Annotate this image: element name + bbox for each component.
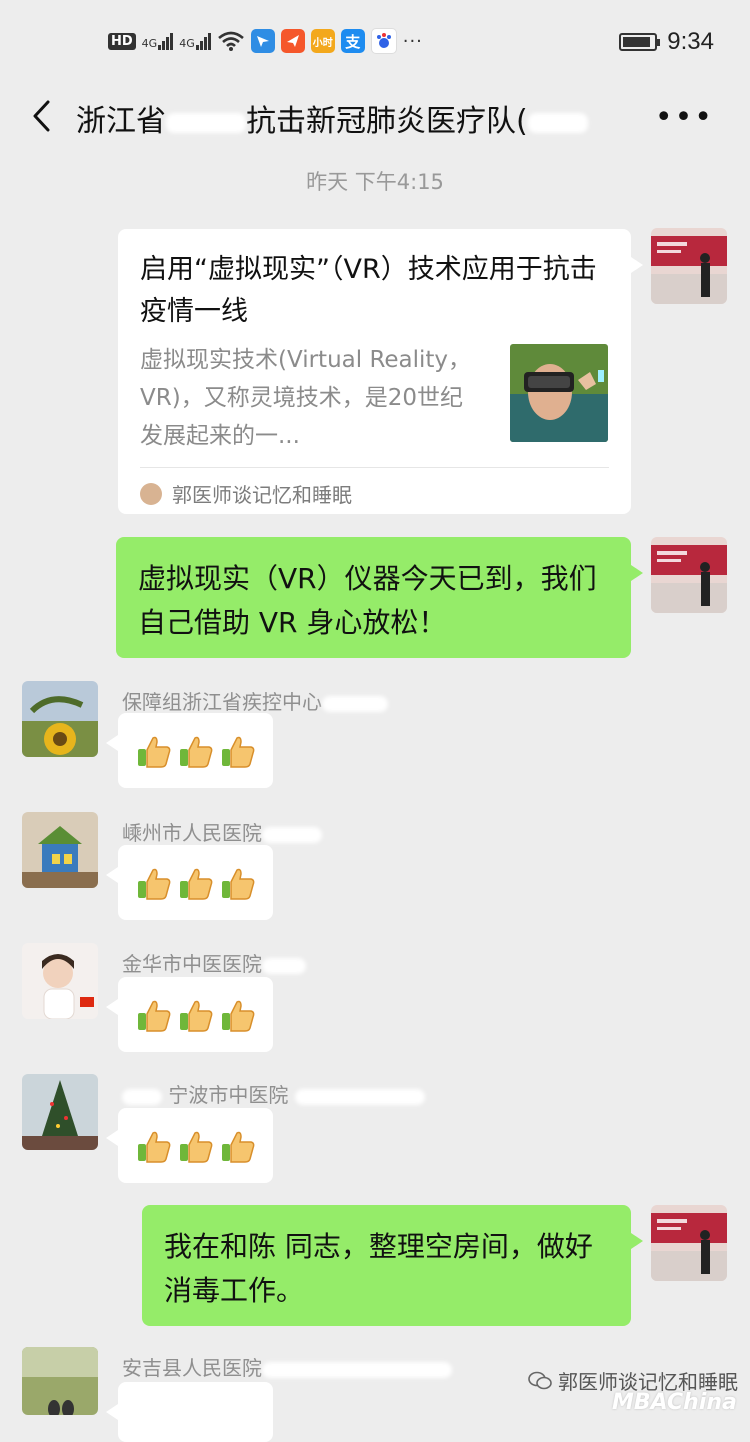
clock: 9:34 — [667, 28, 714, 55]
status-icons-left: HD 4G 4G 小时 支 ··· — [108, 28, 423, 54]
thumbs-up-icon — [135, 996, 173, 1034]
chat-header: 浙江省 抗击新冠肺炎医疗队( ••• — [0, 84, 750, 150]
xiaoshi-app-icon: 小时 — [310, 29, 335, 53]
thumbs-up-message[interactable] — [106, 977, 273, 1052]
cellular-signal-icon-2: 4G — [179, 32, 211, 50]
battery-icon — [619, 33, 661, 51]
my-avatar[interactable] — [651, 1205, 727, 1281]
article-title: 启用“虚拟现实”（VR）技术应用于抗击疫情一线 — [140, 254, 597, 327]
paper-plane-app-icon — [280, 29, 305, 53]
sender-avatar[interactable] — [22, 681, 98, 757]
thumbs-up-message[interactable] — [106, 845, 273, 920]
sender-name: 安吉县人民医院 — [122, 1352, 452, 1381]
source-avatar — [140, 482, 162, 505]
thumbs-up-icon — [219, 1127, 257, 1165]
sender-name: 保障组浙江省疾控中心 — [122, 686, 388, 715]
thumbs-up-icon — [135, 732, 173, 770]
thumbs-up-icon — [177, 1127, 215, 1165]
alipay-app-icon: 支 — [340, 29, 365, 53]
status-icons-right: 9:34 — [619, 28, 714, 56]
thumbs-up-icon — [219, 732, 257, 770]
article-source: 郭医师谈记忆和睡眠 — [140, 479, 352, 508]
hd-indicator: HD — [108, 32, 136, 50]
baidu-app-icon — [370, 28, 397, 54]
thumbs-up-icon — [219, 864, 257, 902]
status-bar: HD 4G 4G 小时 支 ··· 9:34 — [0, 0, 750, 84]
more-options-icon[interactable]: ••• — [655, 100, 714, 135]
chat-title: 浙江省 抗击新冠肺炎医疗队( — [76, 96, 588, 140]
sender-name: 嵊州市人民医院 — [122, 817, 322, 846]
wechat-icon — [528, 1371, 552, 1389]
thumbs-up-icon — [219, 996, 257, 1034]
my-avatar[interactable] — [651, 228, 727, 304]
back-arrow-icon[interactable] — [26, 98, 62, 134]
sender-avatar[interactable] — [22, 943, 98, 1019]
thumbs-up-icon — [177, 996, 215, 1034]
thumbs-up-message[interactable] — [106, 1108, 273, 1183]
source-name: 郭医师谈记忆和睡眠 — [172, 483, 352, 507]
wifi-icon — [217, 31, 244, 51]
sender-name: 金华市中医医院 — [122, 948, 306, 977]
shared-article-card[interactable]: 启用“虚拟现实”（VR）技术应用于抗击疫情一线 虚拟现实技术(Virtual R… — [118, 229, 643, 514]
sender-name: 宁波市中医院 — [122, 1079, 425, 1108]
card-divider — [140, 467, 609, 468]
thumbs-up-icon — [177, 864, 215, 902]
thumbs-up-icon — [135, 1127, 173, 1165]
my-avatar[interactable] — [651, 537, 727, 613]
article-thumbnail — [510, 344, 608, 442]
sender-avatar[interactable] — [22, 812, 98, 888]
brand-watermark: MBAChina — [612, 1390, 737, 1415]
cellular-signal-icon: 4G — [142, 32, 174, 50]
more-notifications-icon: ··· — [402, 30, 423, 52]
my-message-bubble[interactable]: 虚拟现实（VR）仪器今天已到，我们自己借助 VR 身心放松！ — [116, 537, 643, 658]
sender-avatar[interactable] — [22, 1347, 98, 1415]
thumbs-up-icon — [135, 864, 173, 902]
dingtalk-app-icon — [250, 29, 275, 53]
article-description: 虚拟现实技术(Virtual Reality，VR)，又称灵境技术，是20世纪发… — [140, 347, 472, 449]
thumbs-up-icon — [177, 732, 215, 770]
my-message-bubble[interactable]: 我在和陈 同志，整理空房间，做好消毒工作。 — [142, 1205, 643, 1326]
message-timestamp: 昨天 下午4:15 — [306, 170, 444, 194]
thumbs-up-message[interactable] — [106, 713, 273, 788]
thumbs-up-message[interactable] — [106, 1382, 273, 1442]
sender-avatar[interactable] — [22, 1074, 98, 1150]
